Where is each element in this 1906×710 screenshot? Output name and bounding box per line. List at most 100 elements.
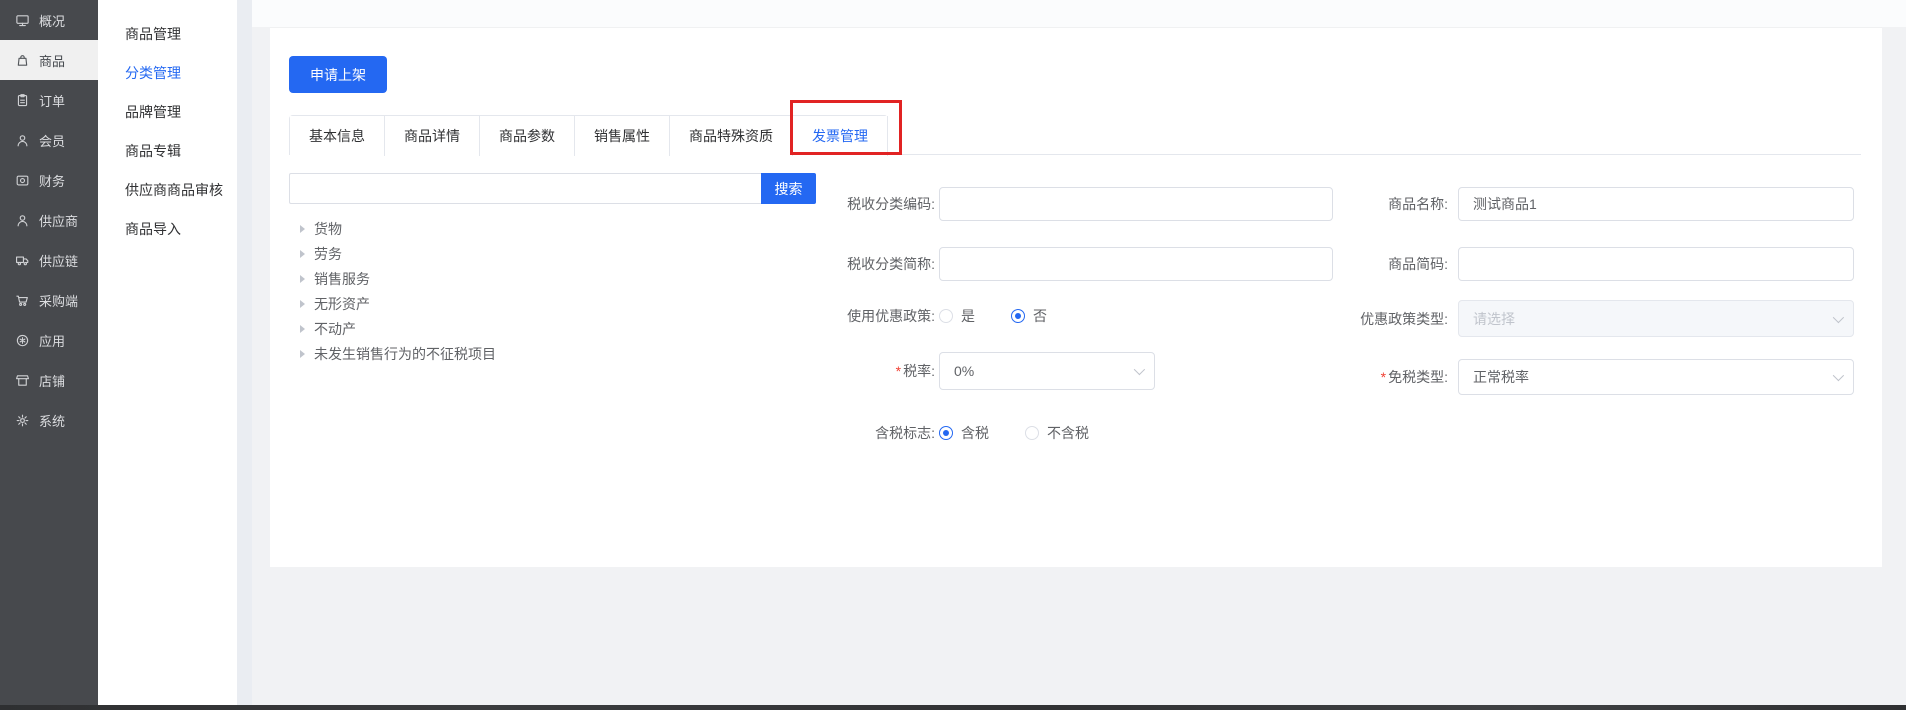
sidebar-item-财务[interactable]: 财务 xyxy=(0,160,98,200)
form-row-product-name: 商品名称: xyxy=(1218,187,1854,221)
policy-type-label: 优惠政策类型: xyxy=(1218,309,1458,329)
policy-type-select[interactable]: 请选择 xyxy=(1458,300,1854,337)
submenu-item-分类管理[interactable]: 分类管理 xyxy=(98,53,237,92)
sidebar-item-label: 概况 xyxy=(39,11,65,30)
tree-node-label: 货物 xyxy=(314,219,342,239)
caret-right-icon[interactable] xyxy=(300,350,305,358)
tab-商品详情[interactable]: 商品详情 xyxy=(385,116,480,156)
sidebar-item-label: 会员 xyxy=(39,131,65,150)
radio-option-含税[interactable]: 含税 xyxy=(939,423,989,443)
bag-icon xyxy=(15,53,30,68)
form-row-use-policy: 使用优惠政策: 是否 xyxy=(670,306,1083,326)
product-tabs: 基本信息 商品详情 商品参数 销售属性 商品特殊资质发票管理 xyxy=(289,115,1861,155)
submenu-item-品牌管理[interactable]: 品牌管理 xyxy=(98,92,237,131)
tax-code-label: 税收分类编码: xyxy=(670,194,939,214)
tab-销售属性[interactable]: 销售属性 xyxy=(575,116,670,156)
truck-icon xyxy=(15,253,30,268)
product-short-code-input[interactable] xyxy=(1458,247,1854,281)
form-row-product-short-code: 商品简码: xyxy=(1218,247,1854,281)
radio-label: 是 xyxy=(961,306,975,326)
tree-node-label: 无形资产 xyxy=(314,294,370,314)
caret-right-icon[interactable] xyxy=(300,325,305,333)
sidebar-item-采购端[interactable]: 采购端 xyxy=(0,280,98,320)
policy-type-placeholder: 请选择 xyxy=(1473,309,1515,329)
submenu-item-商品管理[interactable]: 商品管理 xyxy=(98,14,237,53)
form-row-tax-free-type: 免税类型: 正常税率 xyxy=(1218,359,1854,395)
tax-free-type-label: 免税类型: xyxy=(1218,367,1458,387)
sidebar-item-label: 店铺 xyxy=(39,371,65,390)
tax-rate-select[interactable]: 0% xyxy=(939,352,1155,390)
tab-商品特殊资质[interactable]: 商品特殊资质 xyxy=(670,116,793,156)
tab-基本信息[interactable]: 基本信息 xyxy=(290,116,385,156)
tree-node-label: 不动产 xyxy=(314,319,356,339)
tree-node-label: 销售服务 xyxy=(314,269,370,289)
sidebar-item-商品[interactable]: 商品 xyxy=(0,40,98,80)
radio-label: 含税 xyxy=(961,423,989,443)
sidebar-item-店铺[interactable]: 店铺 xyxy=(0,360,98,400)
submenu-item-商品导入[interactable]: 商品导入 xyxy=(98,209,237,248)
bottom-scrollbar[interactable] xyxy=(0,705,1906,710)
sidebar-item-label: 商品 xyxy=(39,51,65,70)
tax-category-tree: 货物劳务销售服务无形资产不动产未发生销售行为的不征税项目 xyxy=(289,216,789,366)
sidebar-item-label: 订单 xyxy=(39,91,65,110)
tax-short-name-label: 税收分类简称: xyxy=(670,254,939,274)
sidebar-item-应用[interactable]: 应用 xyxy=(0,320,98,360)
tax-free-type-select[interactable]: 正常税率 xyxy=(1458,359,1854,395)
chevron-down-icon xyxy=(1833,311,1844,322)
submenu-item-供应商商品审核[interactable]: 供应商商品审核 xyxy=(98,170,237,209)
tab-label: 商品特殊资质 xyxy=(689,126,773,146)
finance-icon xyxy=(15,173,30,188)
sidebar-item-供应商[interactable]: 供应商 xyxy=(0,200,98,240)
secondary-menu: 商品管理分类管理品牌管理商品专辑供应商商品审核商品导入 xyxy=(98,0,237,710)
radio-option-不含税[interactable]: 不含税 xyxy=(1025,423,1089,443)
tab-label: 基本信息 xyxy=(309,126,365,146)
tax-included-radio-group: 含税 不含税 xyxy=(939,423,1125,443)
radio-label: 否 xyxy=(1033,306,1047,326)
product-name-input[interactable] xyxy=(1458,187,1854,221)
sidebar-item-订单[interactable]: 订单 xyxy=(0,80,98,120)
sidebar-item-label: 系统 xyxy=(39,411,65,430)
tab-label: 商品详情 xyxy=(404,126,460,146)
chevron-down-icon xyxy=(1833,370,1844,381)
tax-free-type-value: 正常税率 xyxy=(1473,367,1529,387)
submenu-item-商品专辑[interactable]: 商品专辑 xyxy=(98,131,237,170)
radio-option-否[interactable]: 否 xyxy=(1011,306,1047,326)
caret-right-icon[interactable] xyxy=(300,225,305,233)
supplier-icon xyxy=(15,213,30,228)
tab-商品参数[interactable]: 商品参数 xyxy=(480,116,575,156)
store-icon xyxy=(15,373,30,388)
tab-label: 销售属性 xyxy=(594,126,650,146)
tree-node-label: 未发生销售行为的不征税项目 xyxy=(314,344,496,364)
caret-right-icon[interactable] xyxy=(300,275,305,283)
use-policy-radio-group: 是否 xyxy=(939,306,1083,326)
caret-right-icon[interactable] xyxy=(300,300,305,308)
tab-label: 商品参数 xyxy=(499,126,555,146)
tax-rate-value: 0% xyxy=(954,363,974,379)
tab-发票管理[interactable]: 发票管理 xyxy=(793,116,888,156)
radio-option-是[interactable]: 是 xyxy=(939,306,975,326)
sidebar-item-系统[interactable]: 系统 xyxy=(0,400,98,440)
form-row-tax-rate: 税率: 0% xyxy=(670,352,1155,390)
cart-icon xyxy=(15,293,30,308)
apply-publish-button[interactable]: 申请上架 xyxy=(289,56,387,93)
tree-node-label: 劳务 xyxy=(314,244,342,264)
sidebar-item-label: 采购端 xyxy=(39,291,78,310)
form-row-policy-type: 优惠政策类型: 请选择 xyxy=(1218,300,1854,337)
content-top-band xyxy=(252,0,1906,27)
gear-icon xyxy=(15,413,30,428)
sidebar-item-label: 供应链 xyxy=(39,251,78,270)
apps-icon xyxy=(15,333,30,348)
use-policy-label: 使用优惠政策: xyxy=(670,306,939,326)
user-icon xyxy=(15,133,30,148)
primary-sidebar: 概况商品订单会员财务供应商供应链采购端应用店铺系统 xyxy=(0,0,98,710)
caret-right-icon[interactable] xyxy=(300,250,305,258)
sidebar-item-label: 应用 xyxy=(39,331,65,350)
sidebar-item-概况[interactable]: 概况 xyxy=(0,0,98,40)
monitor-icon xyxy=(15,13,30,28)
sidebar-item-供应链[interactable]: 供应链 xyxy=(0,240,98,280)
radio-circle-icon xyxy=(939,309,953,323)
app-window: 概况商品订单会员财务供应商供应链采购端应用店铺系统 商品管理分类管理品牌管理商品… xyxy=(0,0,1906,710)
sidebar-item-label: 财务 xyxy=(39,171,65,190)
chevron-down-icon xyxy=(1134,364,1145,375)
sidebar-item-会员[interactable]: 会员 xyxy=(0,120,98,160)
